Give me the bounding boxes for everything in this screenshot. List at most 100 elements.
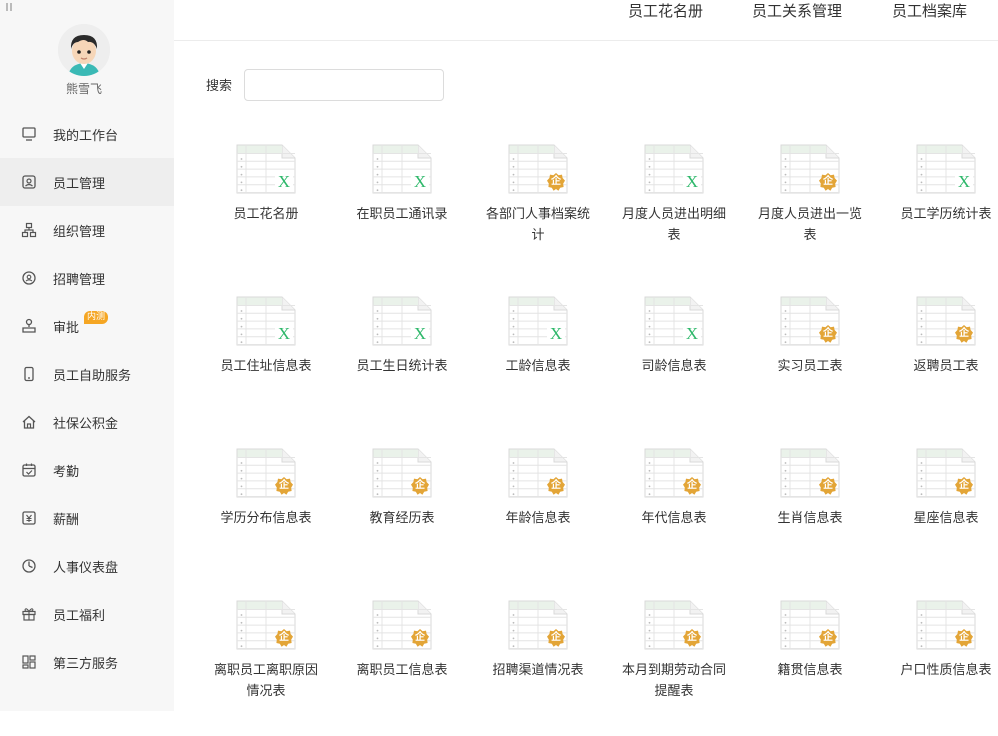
beta-badge: 内测 <box>84 311 109 324</box>
excel-sheet-icon: X <box>372 144 432 194</box>
report-card[interactable]: 企离职员工离职原因情况表 <box>198 596 334 736</box>
enterprise-seal-icon: 企 <box>818 172 838 192</box>
enterprise-sheet-icon: 企 <box>372 448 432 498</box>
dashboard-icon <box>20 557 38 575</box>
report-card[interactable]: 企户口性质信息表 <box>878 596 998 736</box>
tab-employee-roster[interactable]: 员工花名册 <box>628 0 703 22</box>
sidebar-item-label: 审批 <box>53 320 80 336</box>
enterprise-seal-icon: 企 <box>546 628 566 648</box>
report-card[interactable]: X 员工花名册 <box>198 140 334 280</box>
sidebar-item-label: 考勤 <box>53 464 80 480</box>
report-name: 教育经历表 <box>369 511 435 526</box>
badge-glyph: 企 <box>551 176 561 187</box>
report-card[interactable]: X 员工住址信息表 <box>198 292 334 432</box>
badge-glyph: 企 <box>551 480 561 491</box>
enterprise-sheet-icon: 企 <box>780 600 840 650</box>
enterprise-seal-icon: 企 <box>954 324 974 344</box>
enterprise-sheet-icon: 企 <box>508 600 568 650</box>
badge-glyph: 企 <box>415 632 425 643</box>
report-card[interactable]: 企各部门人事档案统计 <box>470 140 606 280</box>
enterprise-seal-icon: 企 <box>818 324 838 344</box>
report-card[interactable]: 企星座信息表 <box>878 444 998 584</box>
sidebar-item-label: 我的工作台 <box>53 128 119 144</box>
report-card[interactable]: 企离职员工信息表 <box>334 596 470 736</box>
enterprise-seal-icon: 企 <box>274 476 294 496</box>
enterprise-sheet-icon: 企 <box>780 448 840 498</box>
excel-x-icon: X <box>682 172 702 192</box>
enterprise-seal-icon: 企 <box>410 476 430 496</box>
sidebar-item-6[interactable]: 员工自助服务 <box>0 350 174 398</box>
enterprise-sheet-icon: 企 <box>780 144 840 194</box>
enterprise-seal-icon: 企 <box>682 628 702 648</box>
badge-glyph: 企 <box>823 328 833 339</box>
report-name: 本月到期劳动合同提醒表 <box>621 663 726 699</box>
sidebar-item-4[interactable]: 招聘管理 <box>0 254 174 302</box>
report-name: 实习员工表 <box>777 359 843 374</box>
excel-sheet-icon: X <box>644 144 704 194</box>
report-card[interactable]: 企实习员工表 <box>742 292 878 432</box>
enterprise-sheet-icon: 企 <box>644 448 704 498</box>
stamp-icon <box>20 317 38 335</box>
sidebar-item-5[interactable]: 审批 内测 <box>0 302 174 350</box>
sidebar-item-9[interactable]: 薪酬 <box>0 494 174 542</box>
sidebar-item-3[interactable]: 组织管理 <box>0 206 174 254</box>
report-card[interactable]: 企招聘渠道情况表 <box>470 596 606 736</box>
sidebar-item-10[interactable]: 人事仪表盘 <box>0 542 174 590</box>
report-name: 离职员工离职原因情况表 <box>213 663 318 699</box>
sidebar-item-11[interactable]: 员工福利 <box>0 590 174 638</box>
report-card[interactable]: 企学历分布信息表 <box>198 444 334 584</box>
report-name: 生肖信息表 <box>777 511 843 526</box>
report-card[interactable]: X 员工生日统计表 <box>334 292 470 432</box>
report-card[interactable]: X 工龄信息表 <box>470 292 606 432</box>
top-tab-bar: 员工花名册 员工关系管理 员工档案库 <box>174 0 998 41</box>
avatar[interactable] <box>58 24 110 76</box>
badge-glyph: X <box>957 172 971 191</box>
report-name: 离职员工信息表 <box>356 663 448 678</box>
enterprise-sheet-icon: 企 <box>916 448 976 498</box>
report-card[interactable]: 企籍贯信息表 <box>742 596 878 736</box>
sidebar-item-12[interactable]: 第三方服务 <box>0 638 174 686</box>
report-card[interactable]: X 员工学历统计表 <box>878 140 998 280</box>
report-card[interactable]: 企生肖信息表 <box>742 444 878 584</box>
report-card[interactable]: X 在职员工通讯录 <box>334 140 470 280</box>
report-card[interactable]: 企年龄信息表 <box>470 444 606 584</box>
report-card[interactable]: 企月度人员进出一览表 <box>742 140 878 280</box>
badge-glyph: 企 <box>415 480 425 491</box>
sidebar-item-8[interactable]: 考勤 <box>0 446 174 494</box>
badge-glyph: X <box>549 324 563 343</box>
badge-glyph: X <box>277 172 291 191</box>
enterprise-seal-icon: 企 <box>818 628 838 648</box>
username: 熊雪飞 <box>65 82 102 96</box>
enterprise-seal-icon: 企 <box>682 476 702 496</box>
tab-employee-relations[interactable]: 员工关系管理 <box>752 0 842 22</box>
apps-icon <box>20 653 38 671</box>
excel-sheet-icon: X <box>916 144 976 194</box>
report-card[interactable]: X 月度人员进出明细表 <box>606 140 742 280</box>
excel-x-icon: X <box>410 172 430 192</box>
search-input[interactable] <box>244 69 444 101</box>
drag-handle-icon[interactable] <box>6 0 20 11</box>
excel-x-icon: X <box>274 324 294 344</box>
sidebar-item-label: 组织管理 <box>53 224 106 240</box>
report-name: 户口性质信息表 <box>900 663 992 678</box>
sidebar-item-2[interactable]: 员工管理 <box>0 158 174 206</box>
report-card[interactable]: 企年代信息表 <box>606 444 742 584</box>
report-card[interactable]: 企教育经历表 <box>334 444 470 584</box>
sidebar-item-1[interactable]: 我的工作台 <box>0 110 174 158</box>
badge-glyph: 企 <box>551 632 561 643</box>
enterprise-sheet-icon: 企 <box>508 448 568 498</box>
enterprise-seal-icon: 企 <box>546 172 566 192</box>
report-card[interactable]: X 司龄信息表 <box>606 292 742 432</box>
report-name: 月度人员进出明细表 <box>621 207 726 243</box>
badge-glyph: X <box>413 324 427 343</box>
report-card[interactable]: 企返聘员工表 <box>878 292 998 432</box>
enterprise-sheet-icon: 企 <box>372 600 432 650</box>
sidebar-item-7[interactable]: 社保公积金 <box>0 398 174 446</box>
report-name: 年龄信息表 <box>505 511 571 526</box>
sidebar-nav: 我的工作台 员工管理 组织管理 招聘管理 审批 内测 员工自助服务 社保公积金 考勤 薪酬 人事仪表… <box>0 110 174 686</box>
enterprise-sheet-icon: 企 <box>644 600 704 650</box>
report-card[interactable]: 企本月到期劳动合同提醒表 <box>606 596 742 736</box>
excel-sheet-icon: X <box>644 296 704 346</box>
badge-glyph: 企 <box>823 480 833 491</box>
tab-employee-archive[interactable]: 员工档案库 <box>892 0 967 22</box>
